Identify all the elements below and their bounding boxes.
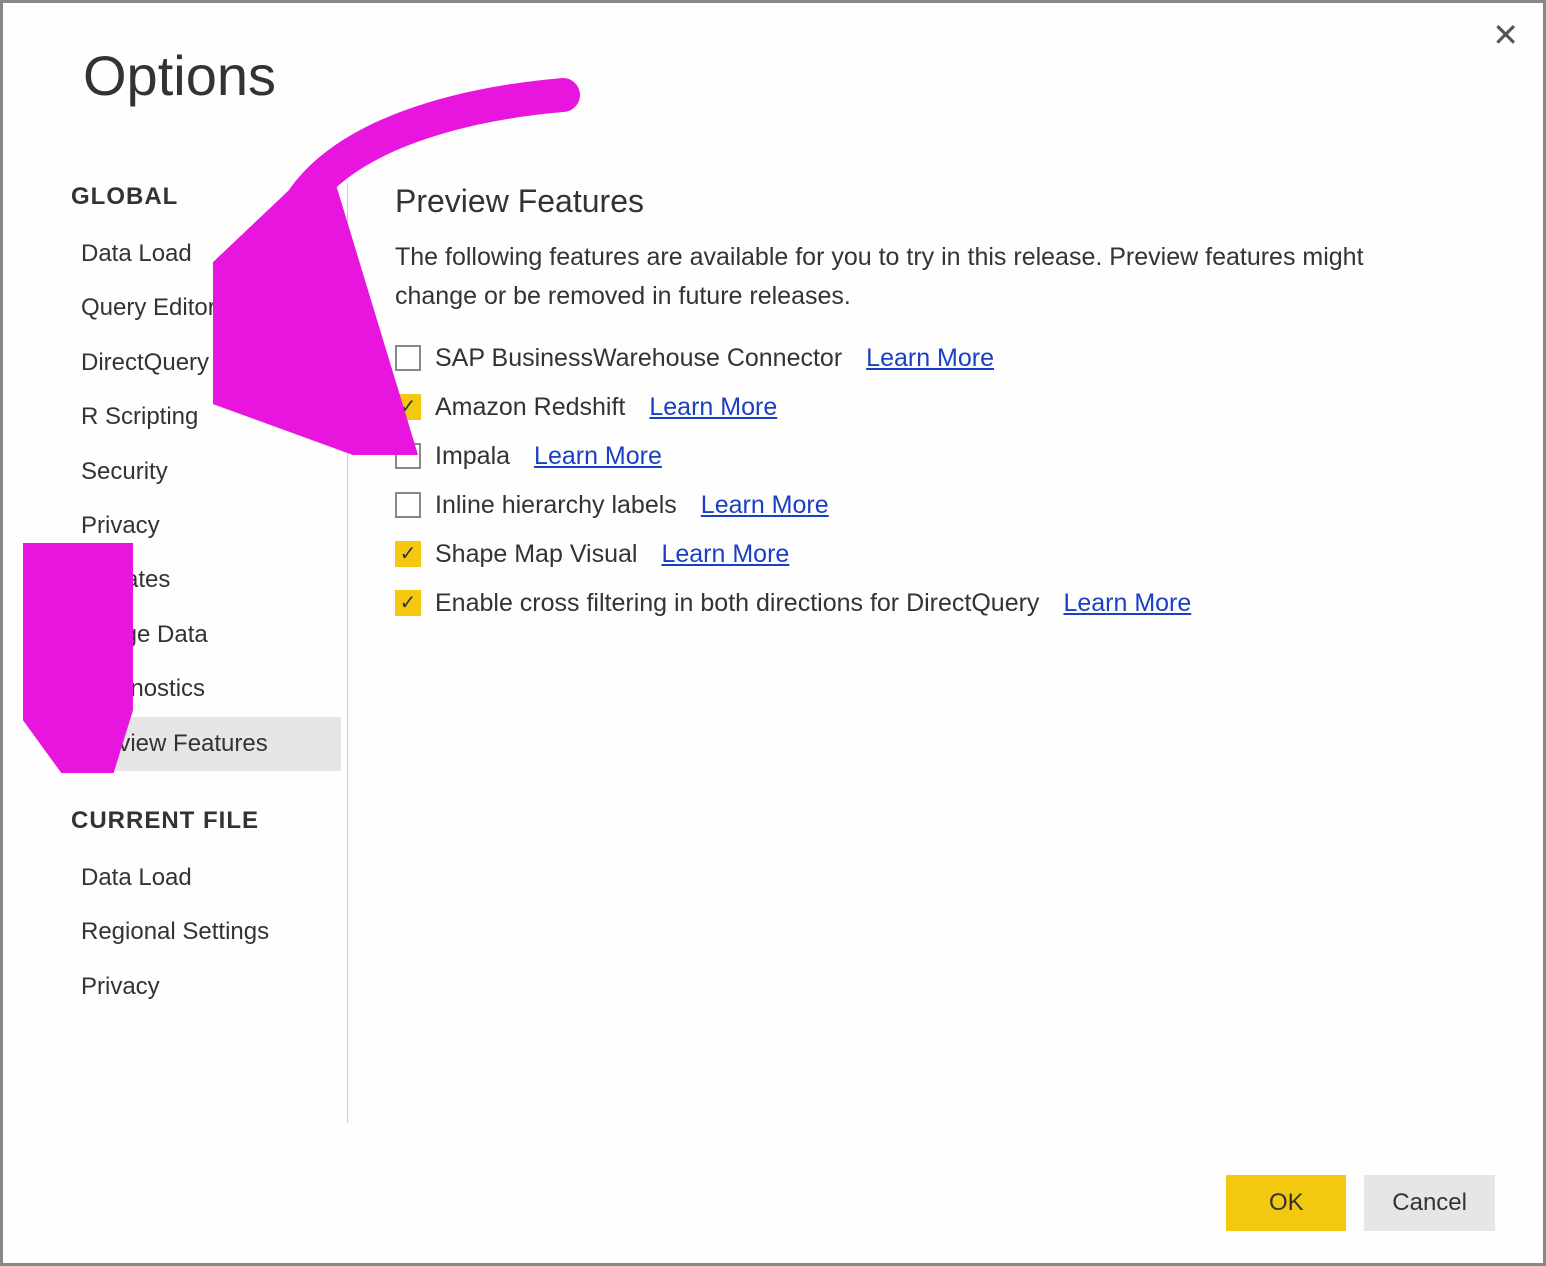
learn-more-link[interactable]: Learn More (534, 442, 662, 471)
sidebar-item-cf-data-load[interactable]: Data Load (71, 851, 341, 905)
sidebar-item-data-load[interactable]: Data Load (71, 227, 341, 281)
feature-row-sap-bw: ✓ SAP BusinessWarehouse Connector Learn … (395, 344, 1495, 373)
feature-label: Shape Map Visual (435, 540, 637, 569)
content-heading: Preview Features (395, 183, 1495, 220)
feature-label: Impala (435, 442, 510, 471)
ok-button[interactable]: OK (1226, 1175, 1346, 1231)
feature-row-inline-hierarchy: ✓ Inline hierarchy labels Learn More (395, 491, 1495, 520)
checkbox-impala[interactable]: ✓ (395, 443, 421, 469)
section-header-global: GLOBAL (71, 183, 341, 211)
learn-more-link[interactable]: Learn More (866, 344, 994, 373)
feature-row-amazon-redshift: ✓ Amazon Redshift Learn More (395, 393, 1495, 422)
sidebar-item-usage-data[interactable]: Usage Data (71, 608, 341, 662)
sidebar-item-r-scripting[interactable]: R Scripting (71, 390, 341, 444)
sidebar-item-updates[interactable]: Updates (71, 553, 341, 607)
feature-label: Amazon Redshift (435, 393, 625, 422)
feature-label: Inline hierarchy labels (435, 491, 677, 520)
sidebar-item-diagnostics[interactable]: Diagnostics (71, 662, 341, 716)
sidebar-item-cf-privacy[interactable]: Privacy (71, 960, 341, 1014)
feature-row-shape-map: ✓ Shape Map Visual Learn More (395, 540, 1495, 569)
checkbox-inline-hierarchy[interactable]: ✓ (395, 492, 421, 518)
vertical-divider (347, 183, 348, 1123)
check-icon: ✓ (400, 593, 417, 613)
sidebar-item-directquery[interactable]: DirectQuery (71, 336, 341, 390)
learn-more-link[interactable]: Learn More (661, 540, 789, 569)
checkbox-sap-bw[interactable]: ✓ (395, 345, 421, 371)
checkbox-shape-map[interactable]: ✓ (395, 541, 421, 567)
checkbox-amazon-redshift[interactable]: ✓ (395, 394, 421, 420)
content-description: The following features are available for… (395, 238, 1435, 316)
feature-label: SAP BusinessWarehouse Connector (435, 344, 842, 373)
feature-label: Enable cross filtering in both direction… (435, 589, 1039, 618)
feature-row-impala: ✓ Impala Learn More (395, 442, 1495, 471)
page-title: Options (83, 43, 276, 108)
cancel-button[interactable]: Cancel (1364, 1175, 1495, 1231)
sidebar-item-privacy[interactable]: Privacy (71, 499, 341, 553)
options-dialog: ✕ Options GLOBAL Data Load Query Editor … (0, 0, 1546, 1266)
sidebar: GLOBAL Data Load Query Editor DirectQuer… (71, 183, 341, 1014)
section-header-current-file: CURRENT FILE (71, 807, 341, 835)
close-icon[interactable]: ✕ (1492, 19, 1519, 51)
learn-more-link[interactable]: Learn More (649, 393, 777, 422)
sidebar-section-global: GLOBAL Data Load Query Editor DirectQuer… (71, 183, 341, 771)
dialog-footer: OK Cancel (1226, 1175, 1495, 1231)
check-icon: ✓ (400, 397, 417, 417)
sidebar-item-preview-features[interactable]: Preview Features (67, 717, 341, 771)
content-pane: Preview Features The following features … (395, 183, 1495, 638)
checkbox-cross-filtering[interactable]: ✓ (395, 590, 421, 616)
sidebar-section-current-file: CURRENT FILE Data Load Regional Settings… (71, 807, 341, 1014)
learn-more-link[interactable]: Learn More (701, 491, 829, 520)
feature-row-cross-filtering: ✓ Enable cross filtering in both directi… (395, 589, 1495, 618)
learn-more-link[interactable]: Learn More (1063, 589, 1191, 618)
sidebar-item-security[interactable]: Security (71, 445, 341, 499)
check-icon: ✓ (400, 544, 417, 564)
sidebar-item-query-editor[interactable]: Query Editor (71, 281, 341, 335)
sidebar-item-cf-regional-settings[interactable]: Regional Settings (71, 905, 341, 959)
